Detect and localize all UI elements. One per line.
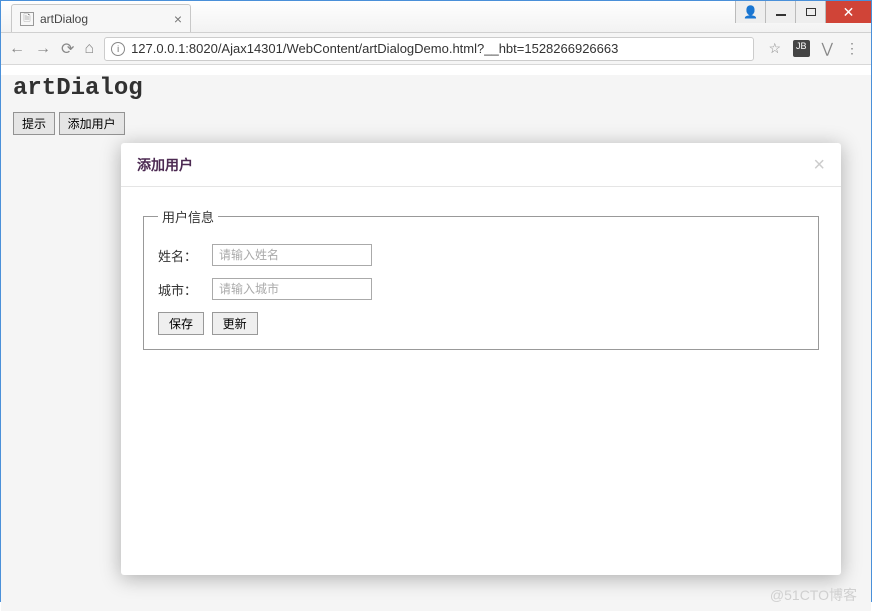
- dialog-body: 用户信息 姓名： 城市： 保存 更新: [121, 187, 841, 370]
- address-bar[interactable]: i 127.0.0.1:8020/Ajax14301/WebContent/ar…: [104, 37, 754, 61]
- home-icon[interactable]: ⌂: [84, 40, 94, 58]
- city-label: 城市：: [158, 280, 212, 299]
- window-close-button[interactable]: ✕: [825, 1, 871, 23]
- user-menu-button[interactable]: 👤: [735, 1, 765, 23]
- reload-icon[interactable]: ⟳: [61, 39, 74, 59]
- tab-title: artDialog: [40, 12, 168, 26]
- window-controls: 👤 ✕: [735, 1, 871, 23]
- forward-icon[interactable]: →: [35, 40, 51, 58]
- page-content: artDialog 提示 添加用户 添加用户 × 用户信息 姓名： 城市：: [1, 75, 871, 611]
- maximize-button[interactable]: [795, 1, 825, 23]
- titlebar: 🗎 artDialog × 👤 ✕: [1, 1, 871, 33]
- browser-tab[interactable]: 🗎 artDialog ×: [11, 4, 191, 32]
- close-tab-icon[interactable]: ×: [174, 12, 182, 26]
- info-icon[interactable]: i: [111, 42, 125, 56]
- form-actions: 保存 更新: [158, 312, 804, 335]
- close-icon[interactable]: ×: [813, 155, 825, 175]
- fieldset-legend: 用户信息: [158, 207, 218, 226]
- name-input[interactable]: [212, 244, 372, 266]
- user-info-fieldset: 用户信息 姓名： 城市： 保存 更新: [143, 207, 819, 350]
- menu-icon[interactable]: ⋮: [845, 40, 859, 57]
- jb-extension-icon[interactable]: JB: [793, 40, 810, 57]
- minimize-button[interactable]: [765, 1, 795, 23]
- dialog-header: 添加用户 ×: [121, 143, 841, 187]
- url-text: 127.0.0.1:8020/Ajax14301/WebContent/artD…: [131, 41, 618, 56]
- file-icon: 🗎: [20, 12, 34, 26]
- watermark: @51CTO博客: [770, 585, 857, 605]
- update-button[interactable]: 更新: [212, 312, 258, 335]
- name-label: 姓名：: [158, 246, 212, 265]
- form-row-city: 城市：: [158, 278, 804, 300]
- save-button[interactable]: 保存: [158, 312, 204, 335]
- dialog: 添加用户 × 用户信息 姓名： 城市： 保存 更新: [121, 143, 841, 575]
- toolbar-icons: ☆ JB ⋁ ⋮: [764, 40, 863, 57]
- browser-toolbar: ← → ⟳ ⌂ i 127.0.0.1:8020/Ajax14301/WebCo…: [1, 33, 871, 65]
- form-row-name: 姓名：: [158, 244, 804, 266]
- star-icon[interactable]: ☆: [768, 40, 781, 57]
- dialog-title: 添加用户: [137, 155, 193, 175]
- chevron-down-icon[interactable]: ⋁: [822, 40, 833, 57]
- browser-window: 🗎 artDialog × 👤 ✕ ← → ⟳ ⌂ i 127.0.0.1:80…: [0, 0, 872, 602]
- city-input[interactable]: [212, 278, 372, 300]
- back-icon[interactable]: ←: [9, 40, 25, 58]
